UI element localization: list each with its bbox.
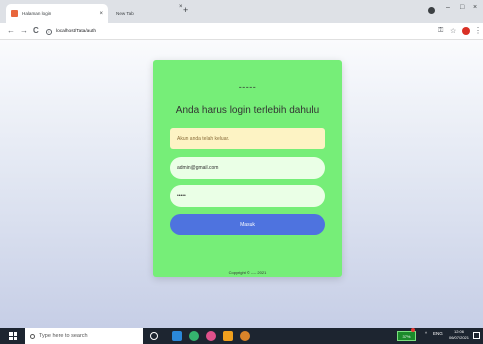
close-window-button[interactable]: × — [473, 4, 477, 11]
site-favicon-icon — [11, 10, 18, 17]
cortana-icon[interactable] — [150, 332, 158, 340]
tab-new-tab[interactable]: New Tab — [112, 4, 172, 23]
search-icon — [30, 333, 35, 339]
alert-dot-icon — [411, 328, 415, 332]
key-icon[interactable]: ⚿ — [438, 27, 443, 35]
close-tab-icon[interactable]: × — [179, 4, 183, 10]
language-indicator[interactable]: ENG — [433, 331, 443, 336]
maximize-button[interactable]: □ — [460, 4, 464, 11]
browser-tab-bar: Halaman login × New Tab × + – □ × — [0, 0, 483, 23]
minimize-button[interactable]: – — [446, 4, 450, 11]
bookmark-star-icon[interactable]: ☆ — [450, 27, 456, 35]
browser-toolbar: ← → C i localhost/Tata/auth ⚿ ☆ ⋮ — [0, 23, 483, 40]
tab-label: New Tab — [116, 11, 134, 16]
taskbar-clock[interactable]: 12:06 06/07/2021 — [448, 329, 470, 341]
windows-taskbar: Type here to search 37% ^ ENG 12:06 06/0… — [0, 328, 483, 344]
address-bar[interactable]: i localhost/Tata/auth — [46, 26, 416, 37]
password-field[interactable]: ••••• — [170, 185, 325, 207]
extension-icon[interactable] — [462, 27, 470, 35]
site-info-icon[interactable]: i — [46, 28, 52, 35]
profile-icon[interactable] — [428, 7, 435, 14]
search-placeholder: Type here to search — [39, 333, 88, 339]
browser-menu-icon[interactable]: ⋮ — [474, 26, 482, 35]
close-tab-icon[interactable]: × — [99, 11, 103, 17]
logout-alert: Akun anda telah keluar. — [170, 128, 325, 149]
login-button[interactable]: Masuk — [170, 214, 325, 235]
logo-text: ----- — [238, 82, 257, 92]
chrome-icon[interactable] — [189, 331, 199, 341]
task-view-icon[interactable] — [172, 331, 182, 341]
firefox-icon[interactable] — [240, 331, 250, 341]
notification-icon[interactable] — [473, 332, 480, 339]
email-field[interactable]: admin@gmail.com — [170, 157, 325, 179]
battery-status[interactable]: 37% — [397, 331, 416, 341]
windows-start-icon[interactable] — [9, 332, 17, 340]
back-button[interactable]: ← — [7, 26, 15, 35]
file-explorer-icon[interactable] — [223, 331, 233, 341]
login-card: ----- Anda harus login terlebih dahulu A… — [153, 60, 342, 277]
clock-date: 06/07/2021 — [448, 335, 470, 340]
new-tab-button[interactable]: + — [183, 5, 188, 15]
tab-label: Halaman login — [22, 11, 52, 16]
app-icon[interactable] — [206, 331, 216, 341]
tab-halaman-login[interactable]: Halaman login × — [6, 4, 108, 23]
page-viewport: ----- Anda harus login terlebih dahulu A… — [0, 40, 483, 328]
login-heading: Anda harus login terlebih dahulu — [175, 105, 320, 116]
forward-button[interactable]: → — [20, 26, 28, 35]
taskbar-search-box[interactable]: Type here to search — [25, 328, 143, 344]
reload-button[interactable]: C — [33, 26, 39, 35]
address-url: localhost/Tata/auth — [56, 29, 97, 34]
copyright-footer: Copyright © ---- 2021 — [228, 270, 267, 275]
tray-arrow-icon[interactable]: ^ — [425, 331, 427, 336]
